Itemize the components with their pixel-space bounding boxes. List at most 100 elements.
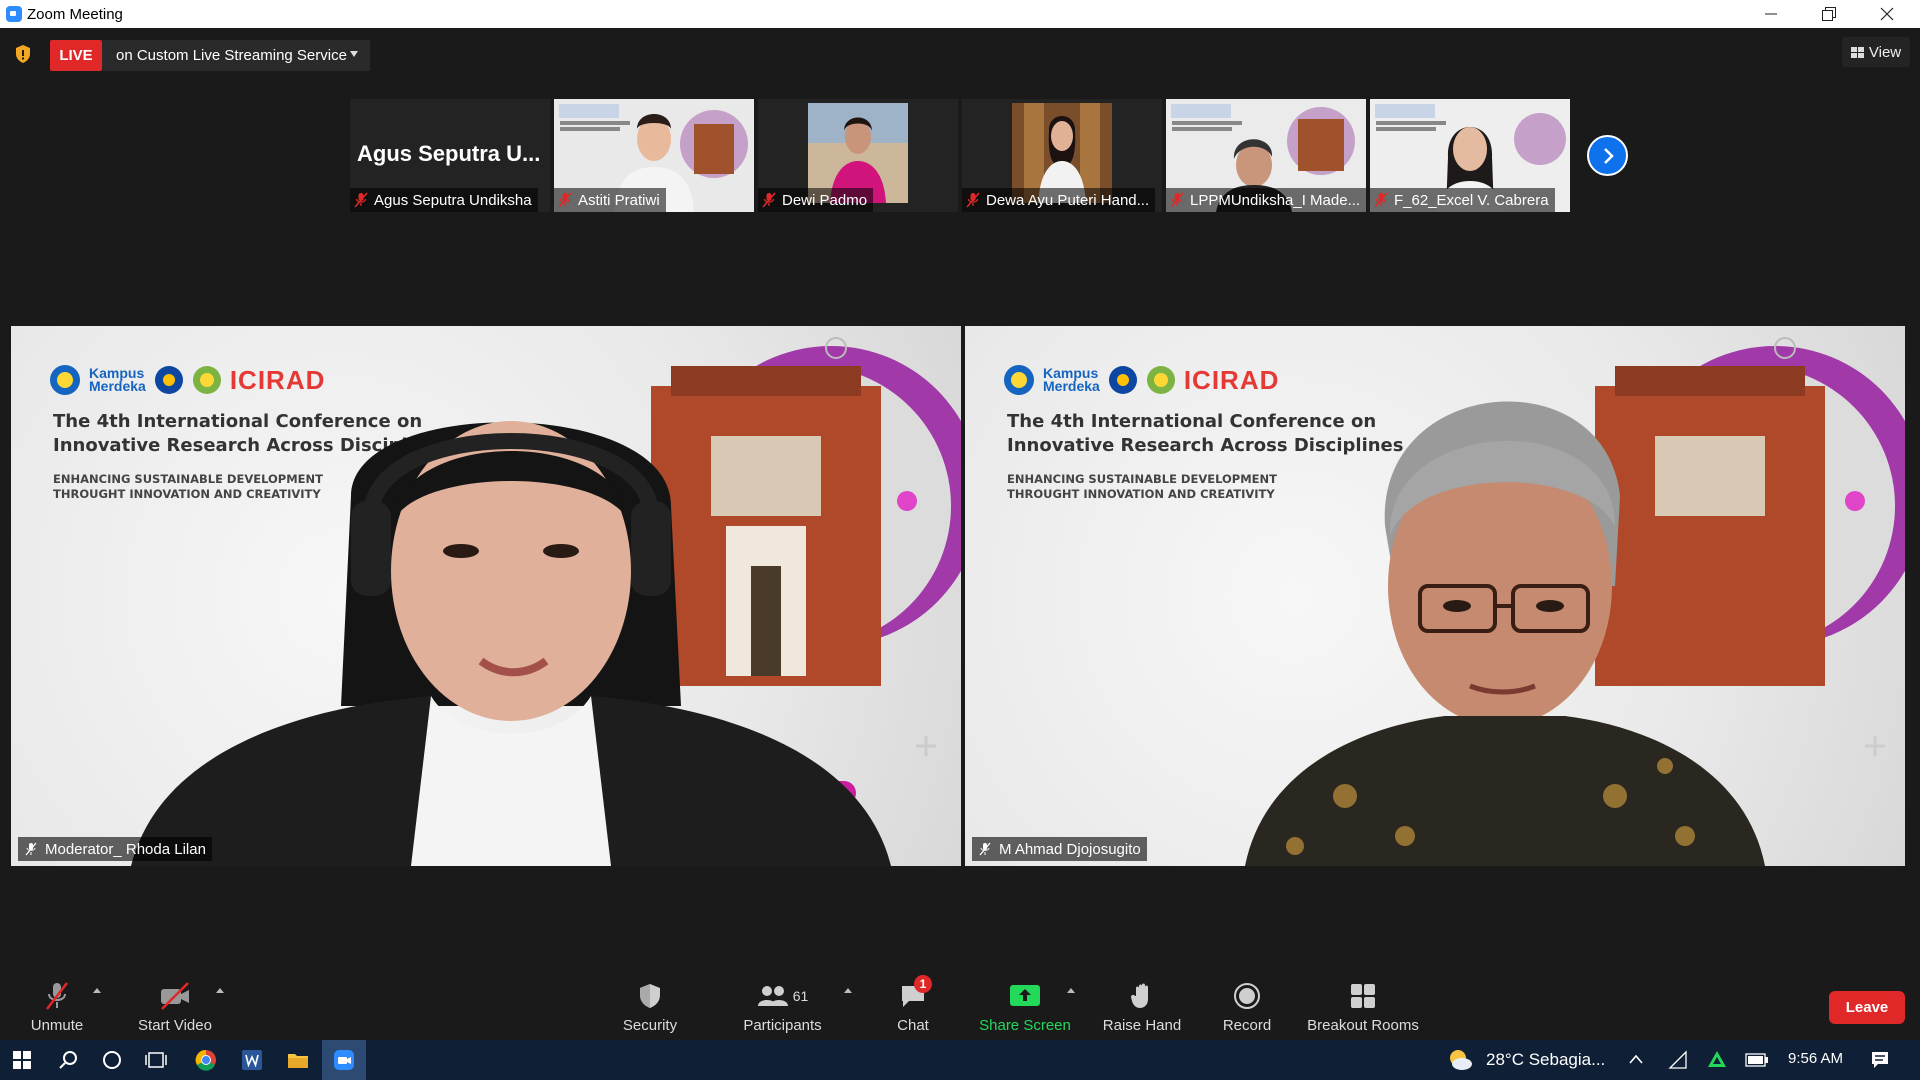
participants-label: Participants <box>743 1017 822 1034</box>
participant-name-bar: M Ahmad Djojosugito <box>972 837 1147 861</box>
participant-name: Moderator_ Rhoda Lilan <box>45 840 206 858</box>
chat-label: Chat <box>897 1017 929 1034</box>
participant-name: Agus Seputra Undiksha <box>374 191 532 209</box>
unmute-button[interactable]: Unmute <box>22 970 92 1040</box>
show-hidden-icons-icon[interactable] <box>1628 1053 1644 1065</box>
record-button[interactable]: Record <box>1215 970 1279 1040</box>
participant-thumbnail[interactable]: Dewi Padmo <box>758 99 958 212</box>
search-icon[interactable] <box>46 1040 90 1080</box>
participant-thumbnail[interactable]: Dewa Ayu Puteri Hand... <box>962 99 1162 212</box>
breakout-rooms-label: Breakout Rooms <box>1307 1017 1419 1034</box>
security-button[interactable]: Security <box>610 970 690 1040</box>
security-shield-icon[interactable] <box>14 44 32 64</box>
active-speaker-tile[interactable]: Kampus Merdeka ICIRAD The 4th Internatio… <box>11 326 961 866</box>
participant-video <box>131 421 891 866</box>
network-icon[interactable] <box>1668 1050 1688 1070</box>
participant-name-bar: Dewi Padmo <box>758 188 874 212</box>
share-options-caret-icon[interactable] <box>1067 988 1075 993</box>
participant-name-bar: Moderator_ Rhoda Lilan <box>18 837 212 861</box>
google-drive-icon[interactable] <box>1706 1049 1728 1071</box>
participant-name: LPPMUndiksha_I Made... <box>1190 191 1361 209</box>
record-icon <box>1234 983 1260 1009</box>
cortana-icon[interactable] <box>90 1040 134 1080</box>
live-badge: LIVE <box>50 40 102 71</box>
next-page-button[interactable] <box>1587 135 1628 176</box>
participant-name: Dewa Ayu Puteri Hand... <box>986 191 1150 209</box>
window-title-bar: Zoom Meeting <box>0 0 1920 28</box>
share-screen-icon <box>1010 985 1040 1006</box>
participant-thumbnail[interactable]: Astiti Pratiwi <box>554 99 754 212</box>
grid-view-icon <box>1850 46 1864 58</box>
zoom-taskbar-icon[interactable] <box>322 1040 366 1080</box>
system-clock[interactable]: 9:56 AM <box>1788 1050 1843 1067</box>
start-video-label: Start Video <box>138 1017 212 1034</box>
mic-muted-icon <box>966 192 980 208</box>
meeting-toolbar: Unmute Start Video Security 61 Participa… <box>0 970 1920 1040</box>
shield-icon <box>640 984 660 1008</box>
share-screen-label: Share Screen <box>979 1017 1071 1034</box>
participants-options-caret-icon[interactable] <box>844 988 852 993</box>
leave-button[interactable]: Leave <box>1829 991 1905 1024</box>
mic-off-icon <box>979 842 991 856</box>
chrome-icon[interactable] <box>184 1040 228 1080</box>
meeting-area: LIVE on Custom Live Streaming Service Vi… <box>0 28 1920 1040</box>
mic-muted-icon <box>46 982 68 1010</box>
participant-name-bar: Dewa Ayu Puteri Hand... <box>962 188 1156 212</box>
participants-button[interactable]: 61 Participants <box>735 970 830 1040</box>
audio-options-caret-icon[interactable] <box>93 988 101 993</box>
windows-start-icon[interactable] <box>0 1040 44 1080</box>
chat-unread-badge: 1 <box>914 975 932 993</box>
minimize-button[interactable] <box>1742 0 1800 28</box>
restore-button[interactable] <box>1800 0 1858 28</box>
windows-taskbar: 28°C Sebagia... 9:56 AM <box>0 1040 1920 1080</box>
weather-icon[interactable] <box>1446 1048 1474 1072</box>
close-button[interactable] <box>1858 0 1916 28</box>
participant-name: Dewi Padmo <box>782 191 868 209</box>
notifications-icon[interactable] <box>1870 1050 1890 1070</box>
mic-muted-icon <box>354 192 368 208</box>
stream-label: on Custom Live Streaming Service <box>116 47 347 64</box>
mic-muted-icon <box>762 192 776 208</box>
window-title: Zoom Meeting <box>27 6 123 23</box>
participant-thumbnail[interactable]: LPPMUndiksha_I Made... <box>1166 99 1366 212</box>
participant-name-bar: Astiti Pratiwi <box>554 188 666 212</box>
start-video-button[interactable]: Start Video <box>130 970 220 1040</box>
participants-count: 61 <box>792 988 809 1004</box>
zoom-logo-icon <box>6 6 22 22</box>
participant-tile[interactable]: Kampus Merdeka ICIRAD The 4th Internatio… <box>965 326 1905 866</box>
live-stream-dropdown[interactable]: on Custom Live Streaming Service <box>102 40 370 71</box>
participant-name-bar: LPPMUndiksha_I Made... <box>1166 188 1366 212</box>
participant-name: M Ahmad Djojosugito <box>999 840 1141 858</box>
raise-hand-icon <box>1131 983 1148 1008</box>
record-label: Record <box>1222 1017 1272 1034</box>
participant-name-placeholder: Agus Seputra U... <box>357 141 541 166</box>
share-screen-button[interactable]: Share Screen <box>975 970 1075 1040</box>
mic-muted-icon <box>558 192 572 208</box>
weather-text[interactable]: 28°C Sebagia... <box>1486 1050 1605 1070</box>
battery-icon[interactable] <box>1745 1053 1769 1067</box>
mic-muted-icon <box>1374 192 1388 208</box>
participant-name-bar: Agus Seputra Undiksha <box>350 188 538 212</box>
breakout-rooms-button[interactable]: Breakout Rooms <box>1302 970 1424 1040</box>
participant-thumbnail[interactable]: F_62_Excel V. Cabrera <box>1370 99 1570 212</box>
word-icon[interactable] <box>230 1040 274 1080</box>
video-off-icon <box>161 982 189 1010</box>
video-options-caret-icon[interactable] <box>216 988 224 993</box>
view-button[interactable]: View <box>1842 37 1910 67</box>
chevron-right-icon <box>1603 147 1614 164</box>
participant-video <box>1245 401 1765 866</box>
breakout-rooms-icon <box>1351 984 1375 1008</box>
mic-muted-icon <box>1170 192 1184 208</box>
participant-name: F_62_Excel V. Cabrera <box>1394 191 1549 209</box>
file-explorer-icon[interactable] <box>276 1040 320 1080</box>
participant-thumbnail[interactable]: Agus Seputra U... Agus Seputra Undiksha <box>350 99 550 212</box>
participant-name: Astiti Pratiwi <box>578 191 660 209</box>
unmute-label: Unmute <box>30 1017 84 1034</box>
chat-button[interactable]: 1 Chat <box>885 970 941 1040</box>
security-label: Security <box>622 1017 678 1034</box>
raise-hand-button[interactable]: Raise Hand <box>1098 970 1186 1040</box>
raise-hand-label: Raise Hand <box>1102 1017 1182 1034</box>
participant-name-bar: F_62_Excel V. Cabrera <box>1370 188 1555 212</box>
view-label: View <box>1868 43 1902 61</box>
task-view-icon[interactable] <box>134 1040 178 1080</box>
